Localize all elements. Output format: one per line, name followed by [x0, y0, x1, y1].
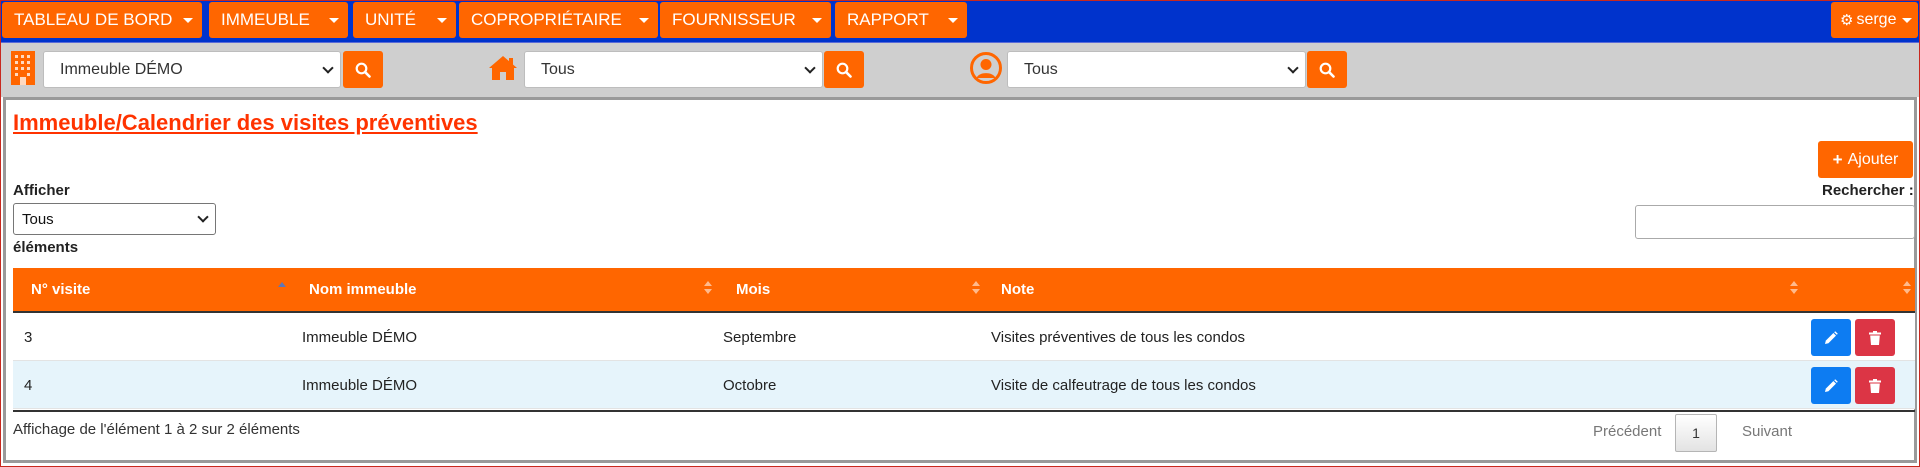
sort-icon: [1903, 281, 1911, 297]
caret-down-icon: [183, 18, 193, 23]
main-panel: Immeuble/Calendrier des visites préventi…: [3, 97, 1917, 463]
building-icon: [11, 51, 35, 85]
edit-button[interactable]: [1811, 367, 1851, 404]
pagination-page-1[interactable]: 1: [1675, 414, 1717, 452]
building-select-value: Immeuble DÉMO: [60, 60, 183, 78]
delete-button[interactable]: [1855, 367, 1895, 404]
sort-icon: [1790, 281, 1798, 297]
sort-icon: [972, 281, 980, 297]
sort-asc-icon: [278, 282, 286, 287]
username: serge: [1856, 11, 1897, 28]
edit-button[interactable]: [1811, 319, 1851, 356]
nav-immeuble[interactable]: IMMEUBLE: [209, 2, 348, 38]
nav-label: IMMEUBLE: [221, 10, 310, 29]
chevron-down-icon: [322, 61, 334, 74]
cell-visit-number: 3: [24, 328, 33, 346]
user-menu-button[interactable]: ⚙ serge: [1831, 2, 1918, 38]
table-info: Affichage de l'élément 1 à 2 sur 2 éléme…: [13, 421, 300, 438]
column-header-label: Mois: [736, 281, 771, 298]
elements-label: éléments: [13, 239, 79, 256]
plus-icon: +: [1832, 149, 1843, 169]
column-header-num[interactable]: N° visite: [13, 268, 288, 311]
search-label: Rechercher :: [1822, 182, 1914, 199]
show-label: Afficher: [13, 182, 70, 199]
caret-down-icon: [812, 18, 822, 23]
chevron-down-icon: [804, 61, 816, 74]
cell-month: Octobre: [723, 376, 777, 394]
caret-down-icon: [948, 18, 958, 23]
search-icon: [355, 62, 371, 78]
nav-rapport[interactable]: RAPPORT: [835, 2, 967, 38]
cell-month: Septembre: [723, 328, 797, 346]
unit-search-button[interactable]: [824, 51, 864, 88]
page-title: Immeuble/Calendrier des visites préventi…: [13, 110, 478, 135]
cell-building-name: Immeuble DÉMO: [302, 328, 418, 346]
chevron-down-icon: [1287, 61, 1299, 74]
column-header-month[interactable]: Mois: [715, 268, 983, 311]
top-navigation: TABLEAU DE BORD IMMEUBLE UNITÉ COPROPRIÉ…: [1, 1, 1919, 43]
nav-fournisseur[interactable]: FOURNISSEUR: [660, 2, 831, 38]
gear-icon: ⚙: [1840, 12, 1854, 29]
unit-select-value: Tous: [541, 60, 575, 78]
nav-label: COPROPRIÉTAIRE: [471, 10, 622, 29]
table-row: 4 Immeuble DÉMO Octobre Visite de calfeu…: [13, 361, 1915, 409]
table-footer-divider: [13, 410, 1915, 412]
pagination-previous[interactable]: Précédent: [1593, 423, 1661, 440]
owner-select[interactable]: Tous: [1007, 51, 1306, 88]
user-circle-icon: [970, 52, 1002, 84]
nav-coproprietaire[interactable]: COPROPRIÉTAIRE: [459, 2, 658, 38]
column-header-note[interactable]: Note: [983, 268, 1801, 311]
page-length-value: Tous: [22, 210, 54, 228]
pencil-icon: [1825, 378, 1838, 392]
caret-down-icon: [639, 18, 649, 23]
owner-search-button[interactable]: [1307, 51, 1347, 88]
building-select[interactable]: Immeuble DÉMO: [43, 51, 341, 88]
nav-label: FOURNISSEUR: [672, 10, 796, 29]
column-header-actions[interactable]: [1801, 268, 1915, 311]
unit-select[interactable]: Tous: [524, 51, 823, 88]
add-button[interactable]: + Ajouter: [1818, 141, 1913, 178]
search-icon: [836, 62, 852, 78]
sort-icon: [704, 281, 712, 297]
nav-label: RAPPORT: [847, 10, 929, 29]
column-header-label: Nom immeuble: [309, 281, 417, 298]
chevron-down-icon: [197, 211, 209, 223]
nav-label: UNITÉ: [365, 10, 416, 29]
add-button-label: Ajouter: [1847, 150, 1899, 168]
caret-down-icon: [437, 18, 447, 23]
cell-note: Visite de calfeutrage de tous les condos: [991, 376, 1256, 394]
trash-icon: [1869, 378, 1881, 393]
table-row: 3 Immeuble DÉMO Septembre Visites préven…: [13, 313, 1915, 361]
building-search-button[interactable]: [343, 51, 383, 88]
cell-building-name: Immeuble DÉMO: [302, 376, 418, 394]
filter-bar: Immeuble DÉMO Tous Tous: [1, 43, 1919, 97]
table-header: N° visite Nom immeuble Mois Note: [13, 268, 1915, 313]
cell-note: Visites préventives de tous les condos: [991, 328, 1246, 346]
caret-down-icon: [329, 18, 339, 23]
column-header-building[interactable]: Nom immeuble: [288, 268, 715, 311]
delete-button[interactable]: [1855, 319, 1895, 356]
trash-icon: [1869, 330, 1881, 345]
nav-label: TABLEAU DE BORD: [14, 10, 173, 29]
nav-tableau-de-bord[interactable]: TABLEAU DE BORD: [2, 2, 202, 38]
search-icon: [1319, 62, 1335, 78]
search-input[interactable]: [1635, 205, 1915, 239]
home-icon: [489, 56, 517, 80]
column-header-label: Note: [1001, 281, 1035, 298]
owner-select-value: Tous: [1024, 60, 1058, 78]
caret-down-icon: [1902, 18, 1912, 23]
pagination-next[interactable]: Suivant: [1742, 423, 1792, 440]
pencil-icon: [1825, 330, 1838, 344]
column-header-label: N° visite: [31, 281, 91, 298]
cell-visit-number: 4: [24, 376, 33, 394]
page-length-select[interactable]: Tous: [13, 203, 216, 235]
nav-unite[interactable]: UNITÉ: [353, 2, 456, 38]
